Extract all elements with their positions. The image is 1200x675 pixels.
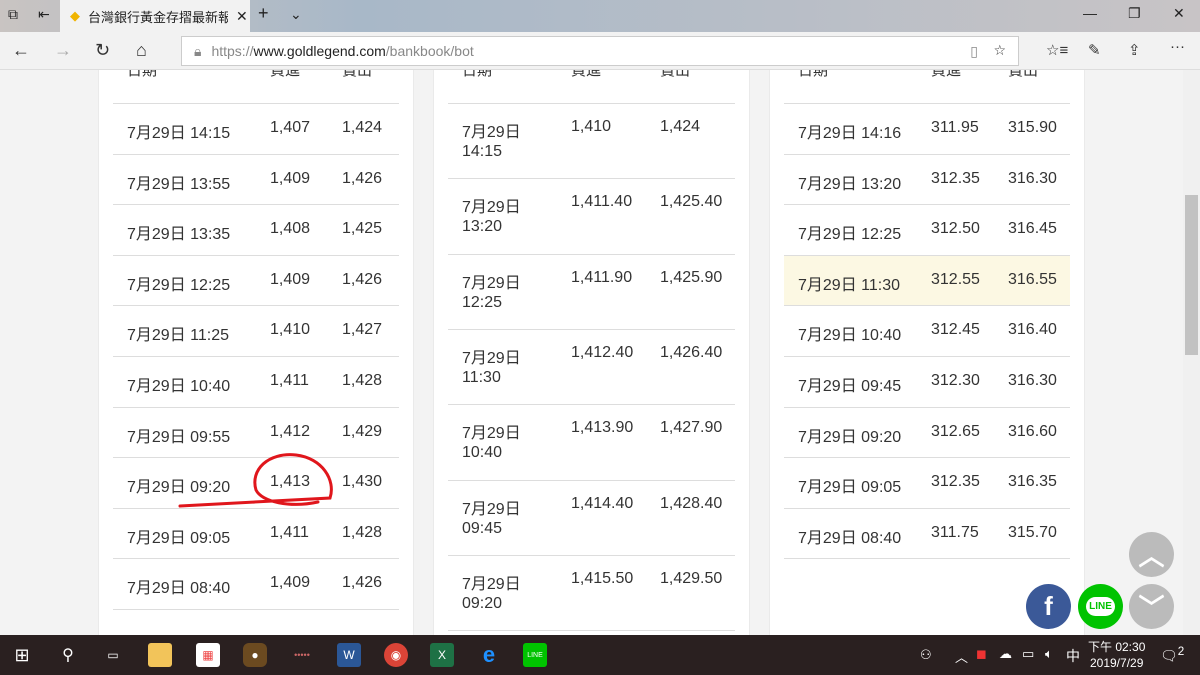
- page-content: 日期 買進 賣出 7月29日 14:15 1,407 1,424 7月29日 13:55 1,…: [0, 70, 1183, 635]
- search-icon[interactable]: ⚲: [56, 643, 80, 667]
- mcafee-icon[interactable]: ◼: [976, 646, 987, 662]
- facebook-share-button[interactable]: f: [1026, 584, 1071, 629]
- tab-bar: ⧉ ⇤ ◆ 台灣銀行黃金存摺最新報 ✕ + ⌄ — ❐ ✕: [0, 0, 1200, 32]
- people-icon[interactable]: ⚇: [920, 647, 932, 663]
- file-explorer-icon[interactable]: [148, 643, 172, 667]
- edge-icon[interactable]: e: [477, 642, 501, 667]
- chevron-down-icon[interactable]: ⌄: [290, 6, 302, 23]
- url-input[interactable]: 🔒︎ https://www.goldlegend.com/bankbook/b…: [181, 36, 1019, 66]
- show-hidden-icons[interactable]: ︿: [955, 647, 968, 666]
- store-icon[interactable]: ▦: [196, 643, 220, 667]
- refresh-icon[interactable]: ↻: [95, 40, 110, 61]
- share-icon[interactable]: ⇪: [1128, 41, 1141, 59]
- onedrive-icon[interactable]: ☁: [999, 646, 1012, 662]
- close-window-icon[interactable]: ✕: [1173, 5, 1185, 22]
- tab-title: 台灣銀行黃金存摺最新報: [88, 9, 228, 25]
- address-bar: ← → ↻ ⌂ 🔒︎ https://www.goldlegend.com/ba…: [0, 32, 1200, 70]
- clock[interactable]: 下午 02:30 2019/7/29: [1088, 639, 1145, 671]
- close-tab-icon[interactable]: ✕: [236, 8, 248, 25]
- reading-view-icon[interactable]: ▯: [970, 43, 978, 60]
- forward-icon[interactable]: →: [54, 40, 72, 61]
- app-icon[interactable]: •••••: [290, 643, 314, 667]
- scroll-up-button[interactable]: ︿: [1129, 532, 1174, 577]
- more-icon[interactable]: ···: [1170, 38, 1185, 55]
- word-icon[interactable]: W: [337, 643, 361, 667]
- scroll-down-button[interactable]: ﹀: [1129, 584, 1174, 629]
- ime-indicator[interactable]: 中: [1066, 646, 1080, 666]
- set-aside-tabs-icon[interactable]: ⇤: [38, 6, 50, 23]
- line-app-icon[interactable]: LINE: [523, 643, 547, 667]
- task-view-icon[interactable]: ▭: [101, 643, 125, 667]
- back-icon[interactable]: ←: [12, 40, 30, 61]
- excel-icon[interactable]: X: [430, 643, 454, 667]
- minimize-icon[interactable]: —: [1083, 5, 1097, 21]
- action-center-icon[interactable]: 🗨︎2: [1160, 645, 1184, 665]
- scrollbar[interactable]: [1183, 70, 1200, 635]
- new-tab-icon[interactable]: +: [258, 3, 269, 24]
- taskbar: ⊞ ⚲ ▭ ▦ ● ••••• W ◉ X e LINE ⚇ ︿ ◼ ☁ ▭ 🔈…: [0, 635, 1200, 675]
- home-icon[interactable]: ⌂: [136, 40, 147, 61]
- audio-app-icon[interactable]: ●: [243, 643, 267, 667]
- tab-active[interactable]: ◆ 台灣銀行黃金存摺最新報 ✕: [60, 0, 250, 32]
- notes-icon[interactable]: ✎: [1088, 41, 1101, 59]
- red-circle-annotation: [178, 453, 333, 508]
- scrollbar-thumb[interactable]: [1185, 195, 1198, 355]
- line-share-button[interactable]: LINE: [1078, 584, 1123, 629]
- lock-icon: 🔒︎: [194, 42, 202, 59]
- volume-icon[interactable]: 🔈︎: [1045, 646, 1053, 662]
- favorite-star-icon[interactable]: ☆: [993, 42, 1006, 59]
- tab-preview-icon[interactable]: ⧉: [8, 6, 18, 23]
- favicon-icon: ◆: [70, 8, 80, 23]
- chrome-icon[interactable]: ◉: [384, 643, 408, 667]
- windows-start-icon[interactable]: ⊞: [10, 643, 34, 667]
- network-icon[interactable]: ▭: [1022, 646, 1034, 662]
- restore-icon[interactable]: ❐: [1128, 5, 1141, 22]
- favorites-icon[interactable]: ☆≡: [1046, 41, 1068, 59]
